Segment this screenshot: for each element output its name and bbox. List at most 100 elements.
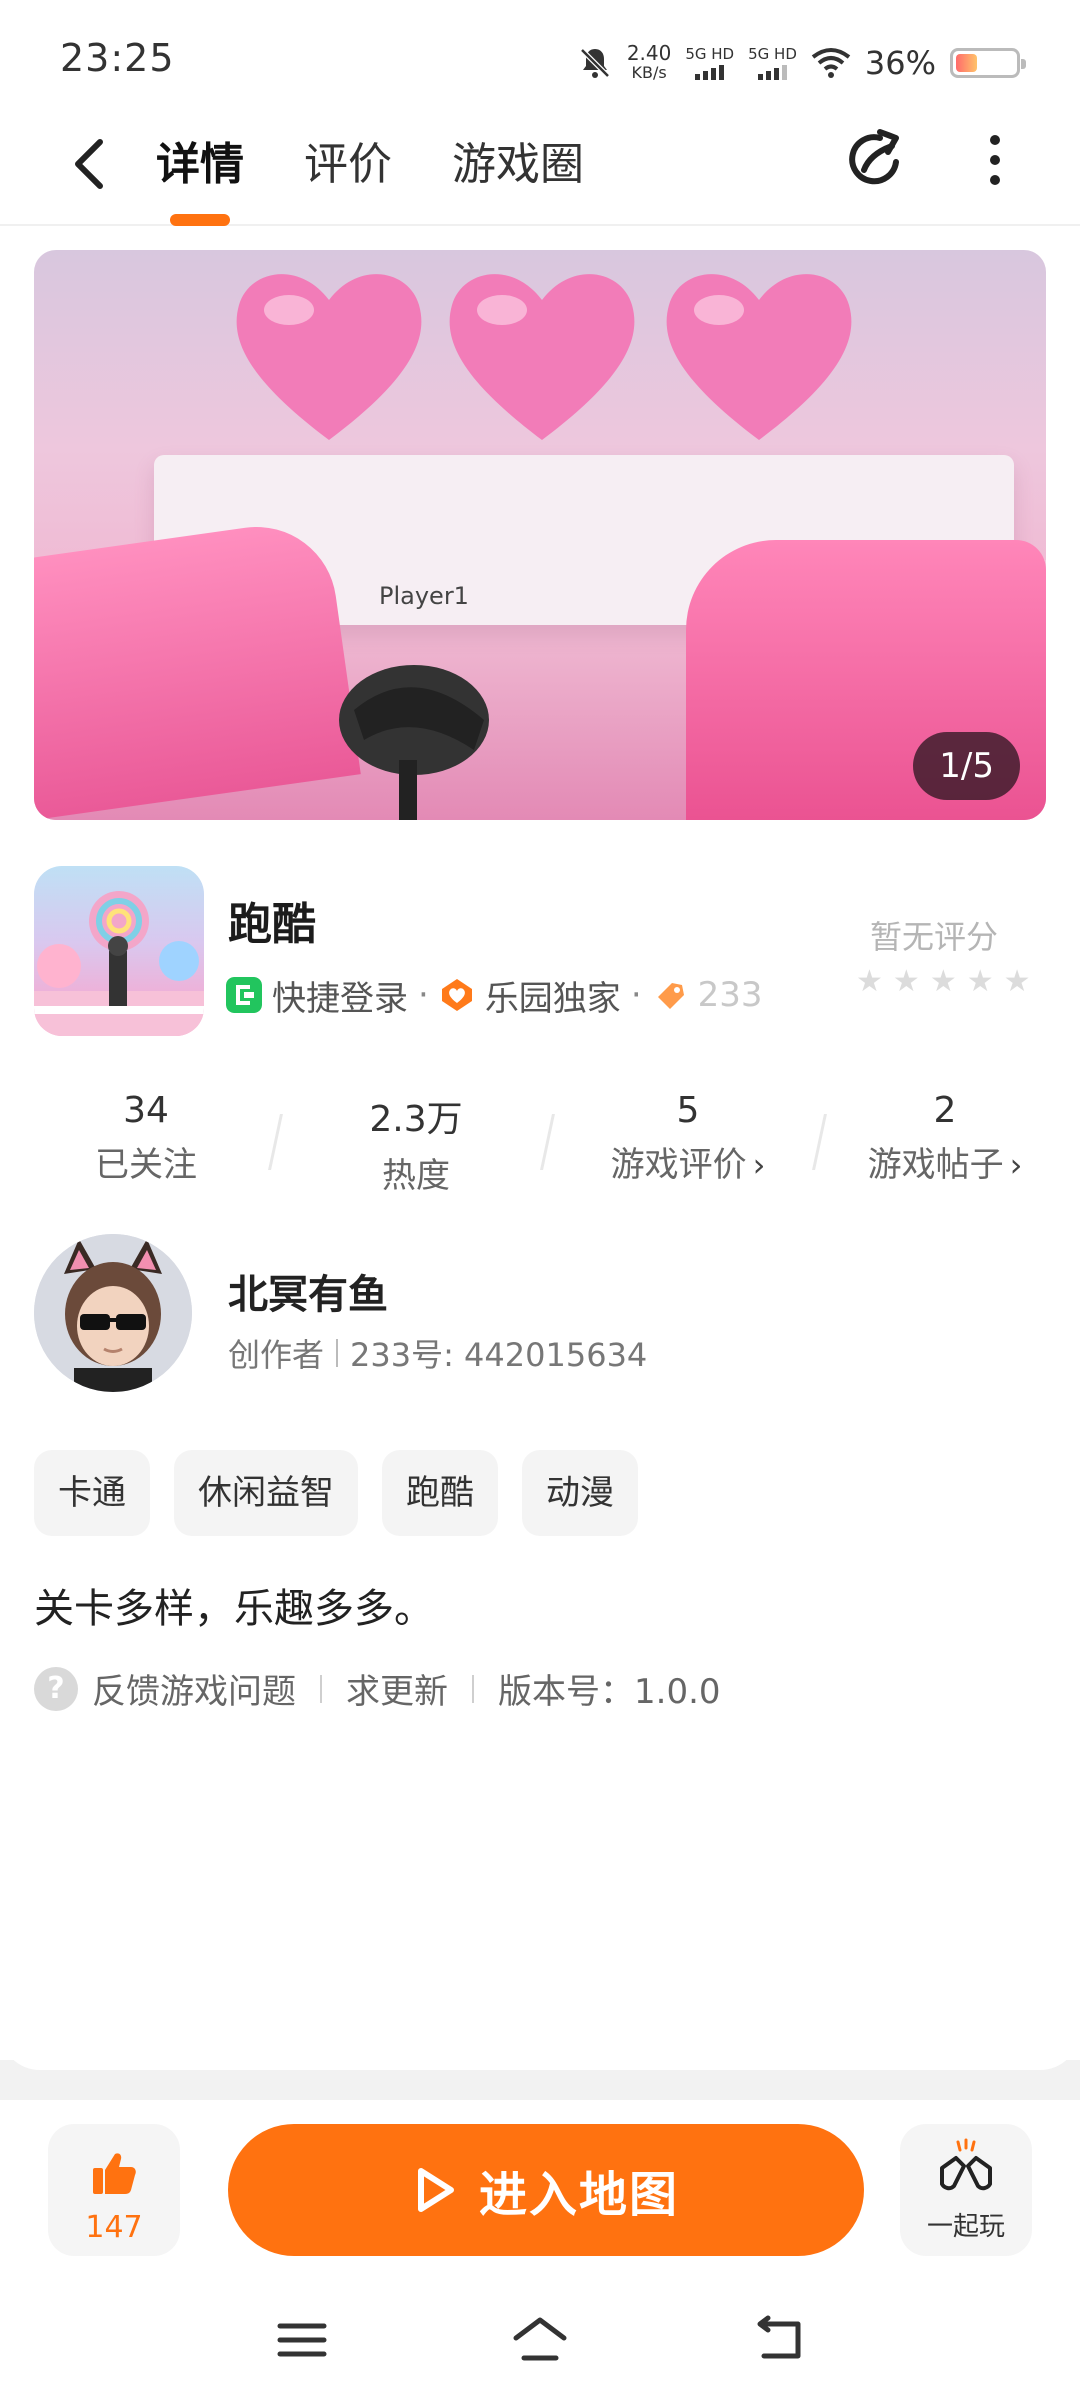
chevron-right-icon: › [1009, 1146, 1023, 1184]
chevron-right-icon: › [752, 1146, 766, 1184]
network-speed-unit: KB/s [631, 63, 667, 82]
stat-label-text: 已关注 [95, 1145, 197, 1185]
badge-separator: · [418, 975, 429, 1015]
screenshot-carousel[interactable]: Player1 1/5 [34, 250, 1046, 820]
game-description: 关卡多样，乐趣多多。 [34, 1586, 434, 1632]
stat-posts[interactable]: 2 游戏帖子 › [815, 1090, 1075, 1186]
divider [320, 1674, 322, 1703]
tab-game-circle-label: 游戏圈 [452, 139, 584, 190]
stat-value: 2 [933, 1090, 957, 1131]
back-nav-icon[interactable] [752, 2312, 812, 2368]
creator-id: 233号: 442015634 [350, 1336, 648, 1374]
status-time: 23:25 [60, 36, 175, 80]
tab-bar: 详情 评价 游戏圈 [156, 128, 584, 232]
star-icon: ★ [856, 964, 883, 999]
play-together-button[interactable]: 一起玩 [900, 2124, 1032, 2256]
card-edge [0, 1990, 1080, 2070]
stat-label: 游戏帖子 › [815, 1137, 1075, 1186]
stat-value: 2.3万 [369, 1099, 463, 1140]
report-issue-link[interactable]: 反馈游戏问题 [92, 1664, 296, 1713]
request-update-link[interactable]: 求更新 [346, 1664, 448, 1713]
game-badges: 快捷登录 · 乐园独家 · 233 [226, 972, 806, 1018]
stat-popularity[interactable]: 2.3万 热度 [286, 1090, 546, 1197]
top-app-bar: 详情 评价 游戏圈 [0, 110, 1080, 226]
status-bar: 23:25 2.40 KB/s 5G HD 5G HD 36% [0, 0, 1080, 110]
feedback-row: ? 反馈游戏问题 求更新 版本号：1.0.0 [34, 1664, 721, 1713]
heart-icon [666, 274, 852, 440]
battery-icon [950, 48, 1026, 78]
bottom-action-bar: 147 进入地图 一起玩 [0, 2104, 1080, 2284]
tab-details[interactable]: 详情 [156, 128, 244, 232]
tag-chip[interactable]: 动漫 [522, 1450, 638, 1536]
signal-sim1: 5G HD [685, 44, 735, 80]
more-vertical-icon[interactable] [975, 130, 1015, 190]
badge-quick-login: 快捷登录 [272, 978, 408, 1019]
battery-percent: 36% [864, 44, 936, 82]
signal-bars-icon [757, 64, 787, 80]
stat-value: 34 [123, 1090, 169, 1131]
system-nav-bar [0, 2284, 1080, 2400]
game-icon-art [34, 891, 204, 1036]
game-title: 跑酷 [228, 899, 316, 950]
like-button[interactable]: 147 [48, 2124, 180, 2256]
play-together-label: 一起玩 [926, 2212, 1005, 2242]
badge-separator: · [630, 975, 642, 1015]
signal-sim2: 5G HD [748, 46, 797, 80]
badge-exclusive: 乐园独家 [484, 978, 621, 1019]
player-name-label: Player1 [379, 582, 469, 610]
star-icon: ★ [892, 964, 920, 999]
like-count: 147 [85, 2210, 143, 2245]
network-speed: 2.40 KB/s [627, 43, 672, 83]
hot-tag-icon [657, 983, 684, 1009]
question-icon: ? [34, 1666, 78, 1711]
stat-label: 游戏评价 › [558, 1137, 818, 1186]
tab-game-circle[interactable]: 游戏圈 [452, 128, 584, 232]
stats-row: 34 已关注 2.3万 热度 5 游戏评价 › 2 游戏帖子 › [0, 1090, 1080, 1200]
character-icon [339, 665, 489, 820]
enter-map-button[interactable]: 进入地图 [228, 2124, 864, 2256]
play-icon [417, 2168, 454, 2212]
clapping-hands-icon [940, 2138, 992, 2191]
share-icon[interactable] [840, 124, 912, 196]
game-icon [34, 866, 204, 1036]
creator-name: 北冥有鱼 [228, 1272, 388, 1318]
thumbs-up-icon [93, 2153, 136, 2194]
stat-label: 已关注 [16, 1137, 276, 1186]
stat-value: 5 [676, 1090, 700, 1131]
stat-followers[interactable]: 34 已关注 [16, 1090, 276, 1186]
heart-icon [236, 274, 422, 440]
divider [472, 1674, 474, 1703]
mute-bell-icon [580, 48, 610, 78]
back-arrow-icon[interactable] [60, 132, 120, 196]
tag-chip[interactable]: 跑酷 [382, 1450, 498, 1536]
home-icon[interactable] [510, 2312, 570, 2368]
star-icon: ★ [966, 964, 994, 999]
tab-active-indicator [170, 214, 230, 226]
tab-reviews[interactable]: 评价 [304, 128, 392, 232]
network-speed-value: 2.40 [626, 41, 672, 65]
rating-stars: ★ ★ ★ ★ ★ [856, 964, 1031, 999]
star-icon: ★ [1003, 964, 1031, 999]
tag-list: 卡通 休闲益智 跑酷 动漫 [34, 1450, 638, 1536]
menu-icon[interactable] [272, 2312, 332, 2368]
signal-bars-icon [695, 64, 725, 80]
stat-reviews[interactable]: 5 游戏评价 › [558, 1090, 818, 1186]
tab-reviews-label: 评价 [304, 139, 392, 190]
creator-meta: 创作者 233号: 442015634 [228, 1330, 647, 1376]
divider [336, 1339, 339, 1367]
rating-status: 暂无评分 [870, 918, 999, 956]
star-icon: ★ [929, 964, 957, 999]
badge-more: 233 [697, 975, 763, 1015]
creator-avatar[interactable] [34, 1234, 192, 1392]
tag-chip[interactable]: 休闲益智 [174, 1450, 358, 1536]
carousel-counter: 1/5 [913, 732, 1020, 800]
wifi-icon [811, 48, 851, 78]
stat-label-text: 游戏评价 [610, 1145, 747, 1185]
version-text: 版本号：1.0.0 [498, 1672, 721, 1712]
heart-icon [449, 274, 635, 440]
tag-chip[interactable]: 卡通 [34, 1450, 150, 1536]
sim1-label: 5G HD [685, 44, 735, 63]
exclusive-heart-icon [441, 979, 472, 1011]
enter-map-label: 进入地图 [478, 2167, 679, 2223]
avatar-art [34, 1234, 192, 1392]
